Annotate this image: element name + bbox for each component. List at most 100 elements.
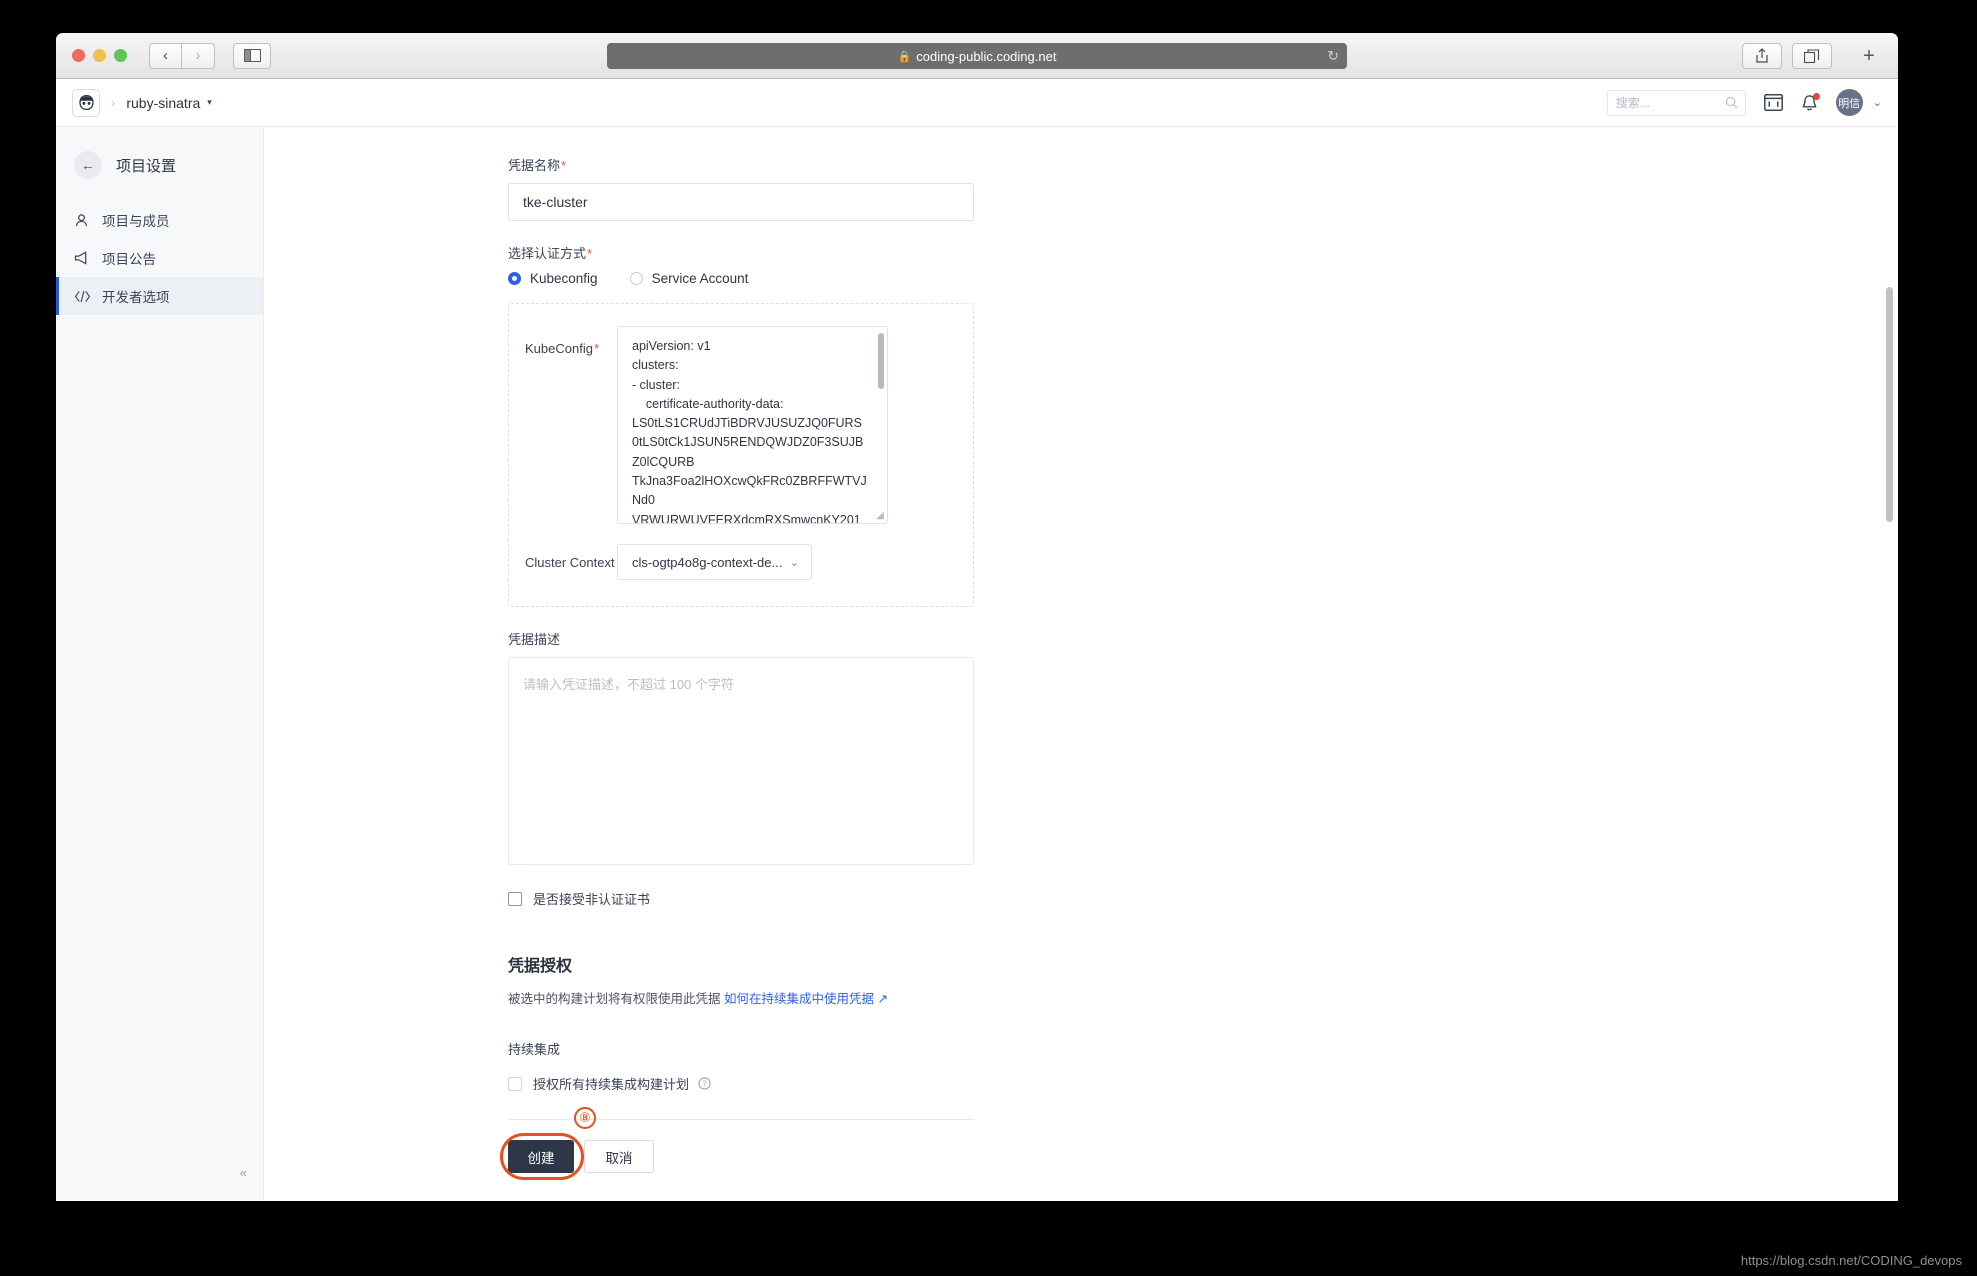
reload-icon[interactable]: ↻ <box>1327 48 1339 65</box>
megaphone-icon <box>74 251 94 265</box>
credential-form: 凭据名称* tke-cluster 选择认证方式* Kubeconfig Ser… <box>264 127 1898 1180</box>
forward-button[interactable]: › <box>182 42 215 69</box>
window-controls[interactable] <box>72 49 127 62</box>
minimize-window-button[interactable] <box>93 49 106 62</box>
breadcrumb-separator: › <box>111 95 116 110</box>
authorization-description-text: 被选中的构建计划将有权限使用此凭据 <box>508 992 721 1006</box>
screenshot-root: ‹ › 🔒 coding-public.coding.net ↻ + › rub… <box>0 0 1977 1276</box>
authorization-section-title: 凭据授权 <box>508 958 573 975</box>
avatar[interactable]: 明信 <box>1835 89 1863 116</box>
description-placeholder: 请输入凭证描述，不超过 100 个字符 <box>523 677 734 692</box>
address-bar[interactable]: 🔒 coding-public.coding.net ↻ <box>607 43 1347 69</box>
console-button[interactable] <box>1763 94 1783 111</box>
sidebar-item-developer-options[interactable]: 开发者选项 <box>56 277 263 315</box>
cluster-context-row: Cluster Context cls-ogtp4o8g-context-de.… <box>509 544 973 580</box>
chevron-down-icon[interactable]: ▾ <box>207 97 212 108</box>
notifications-button[interactable] <box>1801 92 1820 112</box>
url-text: coding-public.coding.net <box>916 48 1057 64</box>
credential-name-label-text: 凭据名称 <box>508 158 561 173</box>
sidebar-item-label: 开发者选项 <box>102 290 170 305</box>
create-button[interactable]: 创建 <box>508 1140 574 1173</box>
breadcrumb-project-name[interactable]: ruby-sinatra <box>126 95 200 111</box>
accept-cert-row[interactable]: 是否接受非认证证书 <box>508 889 1898 908</box>
new-tab-button[interactable]: + <box>1854 43 1884 69</box>
close-window-button[interactable] <box>72 49 85 62</box>
sidebar: ← 项目设置 项目与成员 项目公告 开发者选项 « <box>56 127 264 1200</box>
cluster-context-value: cls-ogtp4o8g-context-de... <box>632 554 783 570</box>
kubeconfig-text: apiVersion: v1 clusters: - cluster: cert… <box>632 339 867 524</box>
user-icon <box>74 213 94 228</box>
ci-authorize-row[interactable]: 授权所有持续集成构建计划 ? <box>508 1074 1898 1093</box>
kubeconfig-textarea[interactable]: apiVersion: v1 clusters: - cluster: cert… <box>617 326 888 524</box>
toolbar-right-buttons <box>1742 43 1832 69</box>
accept-cert-checkbox[interactable] <box>508 891 522 906</box>
search-placeholder: 搜索... <box>1615 96 1650 110</box>
sidebar-nav: 项目与成员 项目公告 开发者选项 <box>56 201 263 315</box>
kubeconfig-label-text: KubeConfig <box>525 341 593 356</box>
accept-cert-label: 是否接受非认证证书 <box>533 892 651 907</box>
sidebar-collapse-button[interactable]: « <box>240 1165 247 1180</box>
radio-service-account[interactable]: Service Account <box>629 271 749 286</box>
form-actions: 创建 取消 ⑧ <box>500 1107 1898 1180</box>
svg-text:?: ? <box>702 1080 707 1089</box>
back-button[interactable]: ‹ <box>149 42 182 69</box>
authorization-help-link[interactable]: 如何在持续集成中使用凭据 <box>724 992 874 1006</box>
app-body: ← 项目设置 项目与成员 项目公告 开发者选项 « 凭据名称* tke-clus… <box>56 127 1898 1200</box>
sidebar-icon <box>243 49 261 62</box>
share-icon <box>1756 48 1768 63</box>
page-scrollbar[interactable] <box>1886 287 1893 522</box>
ci-subsection-title: 持续集成 <box>508 1042 561 1057</box>
app-header: › ruby-sinatra ▾ 搜索... 明信 ⌄ <box>56 79 1898 127</box>
notification-badge <box>1812 92 1820 100</box>
avatar-chevron-down-icon[interactable]: ⌄ <box>1873 96 1882 109</box>
kubeconfig-panel: KubeConfig* apiVersion: v1 clusters: - c… <box>508 303 974 607</box>
annotation-step-number: ⑧ <box>574 1107 596 1129</box>
kubeconfig-scrollbar[interactable] <box>878 333 884 389</box>
help-icon[interactable]: ? <box>698 1077 711 1090</box>
watermark: https://blog.csdn.net/CODING_devops <box>1740 1253 1962 1268</box>
required-mark: * <box>593 341 600 356</box>
search-icon <box>1725 96 1738 109</box>
terminal-icon <box>1763 94 1783 111</box>
sidebar-item-members[interactable]: 项目与成员 <box>56 201 263 239</box>
sidebar-back-button[interactable]: ← <box>74 151 102 179</box>
project-logo[interactable] <box>72 88 100 117</box>
cluster-context-label: Cluster Context <box>525 554 615 570</box>
radio-selected-icon <box>508 272 521 285</box>
sidebar-title: 项目设置 <box>116 157 177 175</box>
sidebar-item-label: 项目公告 <box>102 252 156 267</box>
radio-service-account-label: Service Account <box>651 271 749 286</box>
radio-kubeconfig-label: Kubeconfig <box>530 271 598 286</box>
search-input[interactable]: 搜索... <box>1606 89 1746 116</box>
show-tabs-button[interactable] <box>1792 43 1832 69</box>
resize-handle-icon[interactable]: ◢ <box>874 510 886 522</box>
share-button[interactable] <box>1742 43 1782 69</box>
kubeconfig-label: KubeConfig* <box>525 326 617 524</box>
face-logo-icon <box>78 94 94 111</box>
maximize-window-button[interactable] <box>114 49 127 62</box>
external-link-icon[interactable]: ↗ <box>878 992 888 1006</box>
required-mark: * <box>587 246 593 261</box>
cluster-context-select[interactable]: cls-ogtp4o8g-context-de... ⌄ <box>617 544 812 580</box>
tabs-icon <box>1804 48 1820 63</box>
ci-authorize-label: 授权所有持续集成构建计划 <box>533 1077 690 1092</box>
auth-method-label: 选择认证方式* <box>508 243 1898 262</box>
credential-name-label: 凭据名称* <box>508 155 1898 174</box>
credential-name-input[interactable]: tke-cluster <box>508 183 974 221</box>
radio-kubeconfig[interactable]: Kubeconfig <box>508 271 598 286</box>
sidebar-toggle-button[interactable] <box>233 42 271 69</box>
main-content: 凭据名称* tke-cluster 选择认证方式* Kubeconfig Ser… <box>264 127 1898 1200</box>
browser-titlebar: ‹ › 🔒 coding-public.coding.net ↻ + <box>56 33 1898 79</box>
sidebar-item-announcements[interactable]: 项目公告 <box>56 239 263 277</box>
lock-icon: 🔒 <box>897 50 912 63</box>
cancel-button[interactable]: 取消 <box>584 1140 654 1173</box>
description-textarea[interactable]: 请输入凭证描述，不超过 100 个字符 <box>508 657 974 865</box>
authorization-section-description: 被选中的构建计划将有权限使用此凭据 如何在持续集成中使用凭据 ↗ <box>508 988 1898 1007</box>
ci-authorize-checkbox[interactable] <box>508 1076 522 1091</box>
sidebar-header: ← 项目设置 <box>56 127 263 179</box>
navigation-buttons: ‹ › <box>149 42 215 69</box>
auth-method-label-text: 选择认证方式 <box>508 246 587 261</box>
browser-window: ‹ › 🔒 coding-public.coding.net ↻ + › rub… <box>56 33 1898 1201</box>
radio-unselected-icon <box>629 272 643 285</box>
code-icon <box>74 290 94 303</box>
